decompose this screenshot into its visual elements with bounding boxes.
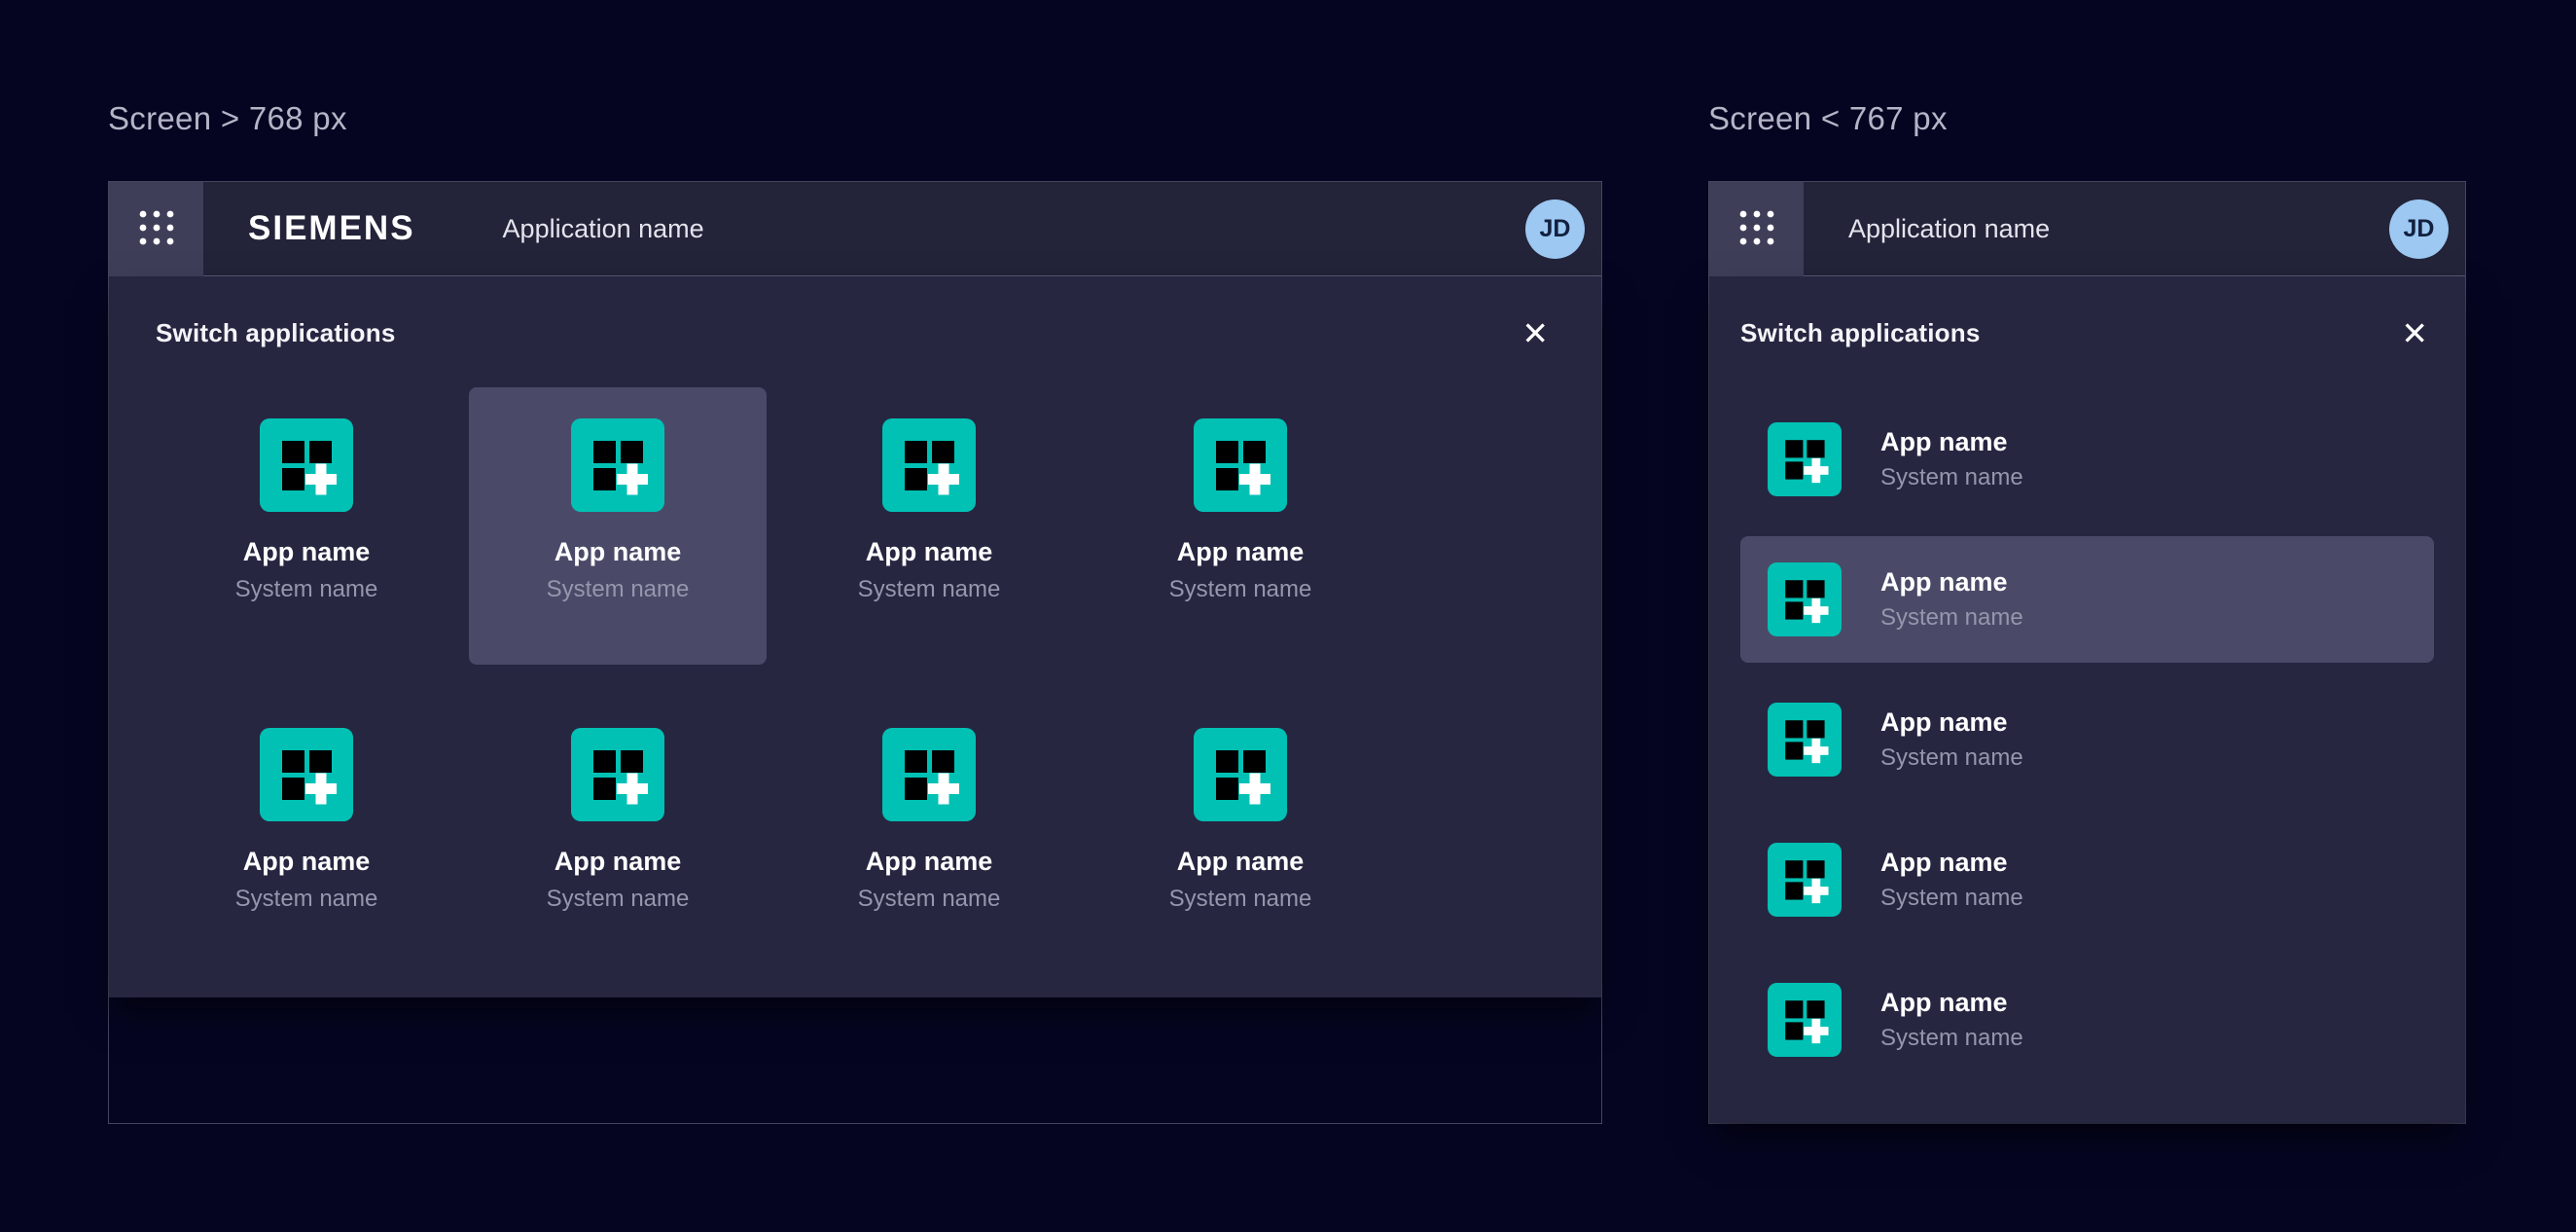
overlay-header: Switch applications ✕ [1740, 276, 2434, 349]
design-canvas: Screen > 768 px SIEMENS Application name… [0, 0, 2576, 1232]
app-list-item[interactable]: App name System name [1740, 536, 2434, 663]
system-name: System name [858, 576, 1001, 603]
user-avatar[interactable]: JD [1525, 199, 1585, 259]
desktop-app-header: SIEMENS Application name JD [109, 182, 1601, 276]
desktop-window: SIEMENS Application name JD Switch appli… [108, 181, 1602, 1124]
app-tile[interactable]: App name System name [1091, 387, 1389, 665]
app-name: App name [866, 537, 993, 567]
app-list-item[interactable]: App name System name [1740, 1097, 2434, 1123]
overlay-heading: Switch applications [1740, 318, 1981, 348]
app-icon [260, 418, 353, 512]
application-title: Application name [503, 214, 704, 244]
app-tile[interactable]: App name System name [469, 697, 767, 974]
app-icon [571, 418, 664, 512]
system-name: System name [547, 576, 690, 603]
app-tile[interactable]: App name System name [158, 387, 455, 665]
system-name: System name [1880, 885, 2023, 912]
siemens-logo: SIEMENS [248, 209, 415, 248]
overlay-heading: Switch applications [156, 318, 396, 348]
app-name: App name [1177, 847, 1305, 877]
app-name: App name [1880, 567, 2023, 598]
app-icon [260, 728, 353, 821]
system-name: System name [547, 886, 690, 913]
overlay-header: Switch applications ✕ [156, 276, 1555, 349]
system-name: System name [1880, 1025, 2023, 1052]
mobile-app-header: Application name JD [1709, 182, 2465, 276]
app-name: App name [866, 847, 993, 877]
system-name: System name [1880, 604, 2023, 632]
app-list-item[interactable]: App name System name [1740, 676, 2434, 803]
desktop-variant-label: Screen > 768 px [108, 97, 347, 140]
app-icon [882, 728, 976, 821]
system-name: System name [1880, 464, 2023, 491]
close-icon[interactable]: ✕ [2395, 317, 2434, 349]
app-labels: App name System name [1880, 848, 2023, 912]
system-name: System name [235, 576, 378, 603]
mobile-window: Application name JD Switch applications … [1708, 181, 2466, 1124]
app-tile[interactable]: App name System name [780, 387, 1078, 665]
system-name: System name [858, 886, 1001, 913]
app-icon [571, 728, 664, 821]
mobile-variant-label: Screen < 767 px [1708, 97, 1948, 140]
app-icon [1768, 843, 1842, 917]
app-labels: App name System name [1880, 567, 2023, 632]
application-title: Application name [1848, 214, 2050, 244]
app-icon [1194, 728, 1287, 821]
app-name: App name [555, 847, 682, 877]
system-name: System name [235, 886, 378, 913]
app-name: App name [1177, 537, 1305, 567]
app-tile[interactable]: App name System name [1091, 697, 1389, 974]
system-name: System name [1169, 886, 1312, 913]
app-tile[interactable]: App name System name [469, 387, 767, 665]
app-list: App name System name [1740, 396, 2434, 1123]
app-icon [882, 418, 976, 512]
switch-applications-overlay: Switch applications ✕ [1709, 276, 2465, 1123]
app-name: App name [243, 537, 371, 567]
system-name: System name [1880, 744, 2023, 772]
user-avatar[interactable]: JD [2389, 199, 2449, 259]
app-icon [1768, 703, 1842, 777]
app-icon [1768, 562, 1842, 636]
app-labels: App name System name [1880, 988, 2023, 1052]
app-list-item[interactable]: App name System name [1740, 396, 2434, 523]
app-icon [1768, 422, 1842, 496]
app-icon [1768, 983, 1842, 1057]
app-name: App name [243, 847, 371, 877]
close-icon[interactable]: ✕ [1516, 317, 1555, 349]
app-switcher-button[interactable] [109, 182, 203, 276]
app-name: App name [1880, 707, 2023, 738]
app-switcher-button[interactable] [1709, 182, 1804, 276]
app-icon [1194, 418, 1287, 512]
app-list-item[interactable]: App name System name [1740, 957, 2434, 1083]
switch-applications-overlay: Switch applications ✕ [109, 276, 1601, 997]
app-name: App name [1880, 848, 2023, 878]
app-list-item[interactable]: App name System name [1740, 816, 2434, 943]
app-name: App name [1880, 427, 2023, 457]
app-tile[interactable]: App name System name [780, 697, 1078, 974]
grid-dots-icon [1735, 206, 1778, 252]
grid-dots-icon [135, 206, 178, 252]
app-name: App name [555, 537, 682, 567]
app-content-area [109, 997, 1601, 1123]
app-tile[interactable]: App name System name [158, 697, 455, 974]
app-labels: App name System name [1880, 427, 2023, 491]
system-name: System name [1169, 576, 1312, 603]
app-labels: App name System name [1880, 707, 2023, 772]
app-name: App name [1880, 988, 2023, 1018]
app-grid: App name System name [158, 387, 1555, 974]
